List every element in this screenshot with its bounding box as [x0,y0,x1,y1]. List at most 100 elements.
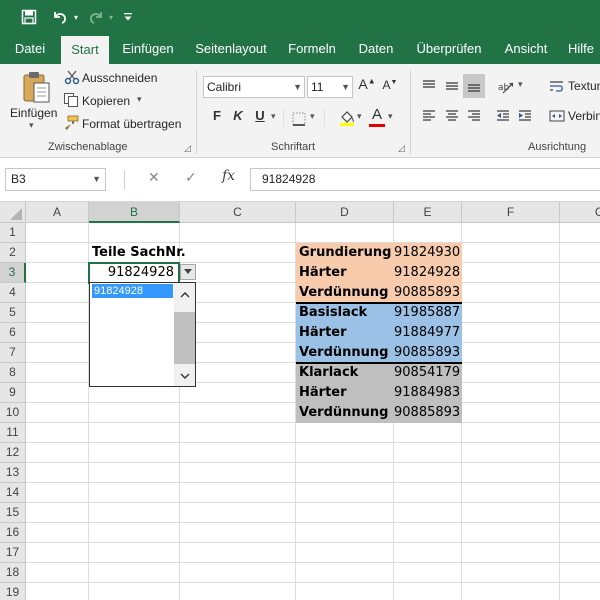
font-launcher-icon[interactable]: ◿ [398,143,405,154]
customize-qat-icon[interactable] [121,5,135,29]
fill-color-icon[interactable] [336,108,358,128]
row-header-14[interactable]: 14 [0,483,26,503]
name-box[interactable]: B3 ▼ [5,168,106,191]
cell-g12[interactable] [560,443,600,463]
dropdown-list-item[interactable]: 91824928 [92,284,173,298]
orientation-dropdown-icon[interactable]: ▾ [518,79,523,90]
cell-b12[interactable] [89,443,180,463]
orientation-icon[interactable]: ab [495,76,517,96]
cell-b1[interactable] [89,223,180,243]
column-header-e[interactable]: E [394,202,462,223]
align-left-icon[interactable] [418,106,440,126]
cell-b17[interactable] [89,543,180,563]
cell-c13[interactable] [180,463,296,483]
cell-b13[interactable] [89,463,180,483]
fill-dropdown-icon[interactable]: ▾ [357,111,362,122]
cell-g16[interactable] [560,523,600,543]
row-header-5[interactable]: 5 [0,303,26,323]
cell-g17[interactable] [560,543,600,563]
align-top-icon[interactable] [418,76,440,96]
tab-daten[interactable]: Daten [355,34,397,64]
cell-f12[interactable] [462,443,560,463]
row-header-8[interactable]: 8 [0,363,26,383]
cell-a18[interactable] [26,563,89,583]
table-part-name[interactable]: Härter [299,383,393,403]
cell-d11[interactable] [296,423,394,443]
cell-c14[interactable] [180,483,296,503]
cell-b18[interactable] [89,563,180,583]
tab-ansicht[interactable]: Ansicht [501,34,551,64]
column-header-f[interactable]: F [462,202,560,223]
table-part-name[interactable]: Klarlack [299,363,393,383]
cell-g5[interactable] [560,303,600,323]
cell-c8[interactable] [180,363,296,383]
cell-f13[interactable] [462,463,560,483]
cell-g3[interactable] [560,263,600,283]
cell-a14[interactable] [26,483,89,503]
cell-g14[interactable] [560,483,600,503]
table-part-number[interactable]: 91884983 [394,383,462,403]
border-dropdown-icon[interactable]: ▾ [310,111,315,122]
shrink-font-button[interactable]: A▼ [382,78,398,92]
cell-e15[interactable] [394,503,462,523]
cell-f7[interactable] [462,343,560,363]
cell-a10[interactable] [26,403,89,423]
decrease-indent-icon[interactable] [492,106,514,126]
redo-dropdown-icon[interactable]: ▾ [106,5,116,29]
cell-c18[interactable] [180,563,296,583]
cell-c11[interactable] [180,423,296,443]
paste-dropdown-icon[interactable]: ▾ [29,120,34,131]
cell-e17[interactable] [394,543,462,563]
table-part-name[interactable]: Grundierung [299,243,393,263]
cell-g11[interactable] [560,423,600,443]
italic-button[interactable]: K [230,108,246,123]
tab-ueberpruefen[interactable]: Überprüfen [414,34,484,64]
cell-g7[interactable] [560,343,600,363]
cell-e1[interactable] [394,223,462,243]
cell-d14[interactable] [296,483,394,503]
column-header-g[interactable]: G [560,202,600,223]
underline-dropdown-icon[interactable]: ▾ [271,111,276,122]
cell-f14[interactable] [462,483,560,503]
row-header-6[interactable]: 6 [0,323,26,343]
grow-font-button[interactable]: A▲ [358,76,376,92]
cell-e18[interactable] [394,563,462,583]
cell-c19[interactable] [180,583,296,600]
cell-f18[interactable] [462,563,560,583]
cell-a15[interactable] [26,503,89,523]
row-header-12[interactable]: 12 [0,443,26,463]
cell-f8[interactable] [462,363,560,383]
dropdown-arrow-button[interactable] [180,264,196,280]
cell-f5[interactable] [462,303,560,323]
tab-seitenlayout[interactable]: Seitenlayout [192,34,270,64]
cell-a16[interactable] [26,523,89,543]
table-part-number[interactable]: 91985887 [394,303,462,323]
cell-e14[interactable] [394,483,462,503]
cell-b15[interactable] [89,503,180,523]
column-header-b[interactable]: B [89,202,180,223]
cell-f2[interactable] [462,243,560,263]
cell-b14[interactable] [89,483,180,503]
cell-c4[interactable] [180,283,296,303]
cell-f11[interactable] [462,423,560,443]
cell-g10[interactable] [560,403,600,423]
row-header-19[interactable]: 19 [0,583,26,600]
scroll-down-icon[interactable] [174,366,195,386]
cell-d18[interactable] [296,563,394,583]
row-header-1[interactable]: 1 [0,223,26,243]
font-color-dropdown-icon[interactable]: ▾ [388,111,393,122]
cell-c16[interactable] [180,523,296,543]
table-part-name[interactable]: Verdünnung [299,283,393,303]
row-header-7[interactable]: 7 [0,343,26,363]
table-part-number[interactable]: 90885893 [394,343,462,363]
table-part-number[interactable]: 90885893 [394,403,462,423]
row-header-9[interactable]: 9 [0,383,26,403]
cell-f17[interactable] [462,543,560,563]
table-part-number[interactable]: 91824928 [394,263,462,283]
table-part-number[interactable]: 90854179 [394,363,462,383]
cell-e12[interactable] [394,443,462,463]
font-color-button[interactable]: A [368,106,386,123]
cell-c15[interactable] [180,503,296,523]
row-header-10[interactable]: 10 [0,403,26,423]
undo-icon[interactable] [50,5,70,29]
